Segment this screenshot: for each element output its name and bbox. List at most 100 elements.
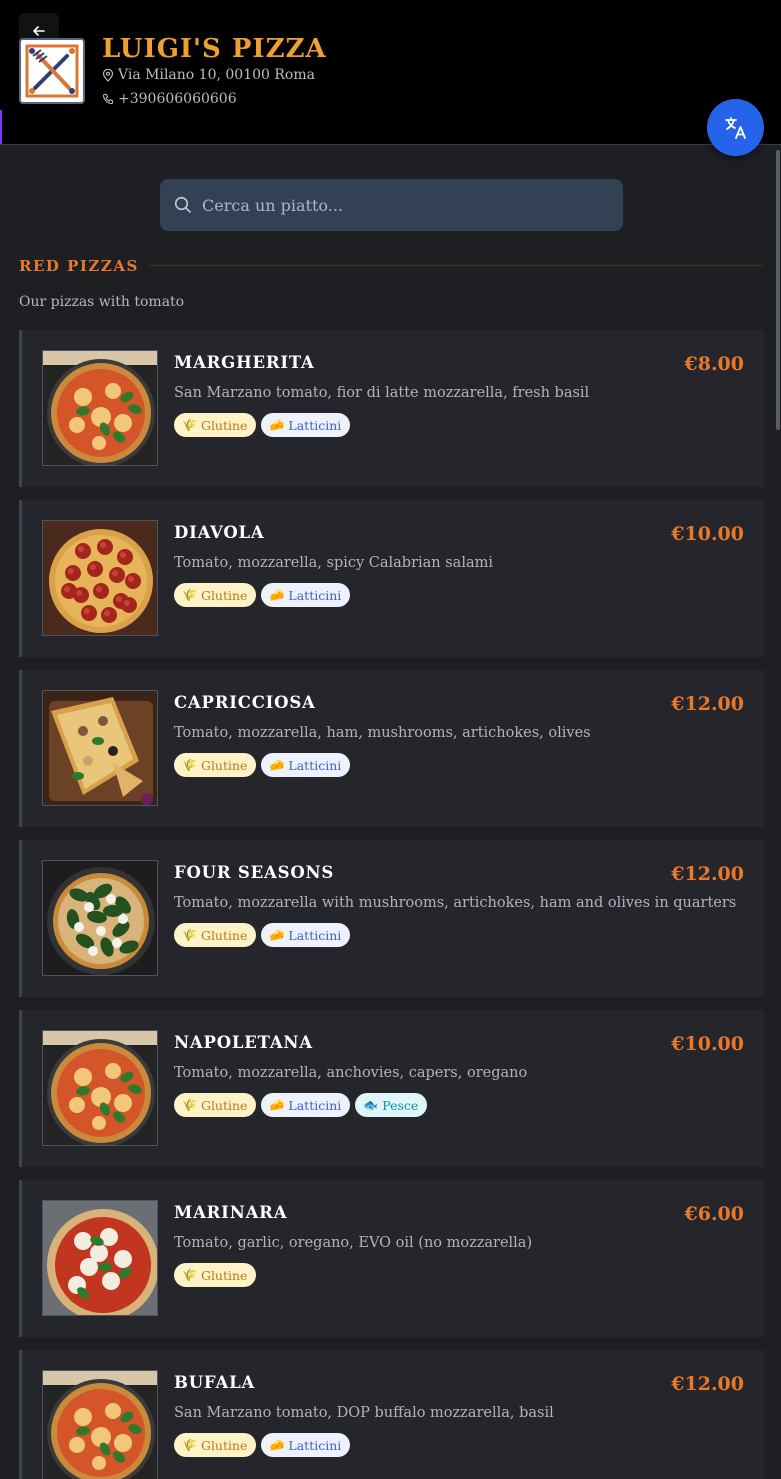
map-pin-icon — [102, 68, 114, 82]
menu-item-card[interactable]: MARGHERITA €8.00 San Marzano tomato, fior … — [19, 330, 764, 487]
menu-item-image[interactable] — [42, 1030, 158, 1146]
header-accent-bar — [0, 110, 2, 144]
menu-item-list: MARGHERITA €8.00 San Marzano tomato, fior … — [19, 330, 764, 1479]
cheese-icon: 🧀 — [269, 1098, 285, 1112]
allergen-badges: 🌾 Glutine 🧀 Latticini — [174, 753, 351, 777]
pizza-photo — [43, 1371, 157, 1479]
app-header: LUIGI'S PIZZA Via Milano 10, 00100 Roma … — [0, 0, 781, 145]
allergen-badge-dairy: 🧀 Latticini — [261, 1433, 351, 1457]
menu-item-description: Tomato, mozzarella, anchovies, capers, o… — [174, 1065, 528, 1081]
cheese-icon: 🧀 — [269, 588, 285, 602]
allergen-label: Latticini — [288, 757, 342, 773]
allergen-badge-dairy: 🧀 Latticini — [261, 583, 351, 607]
pizza-photo — [43, 691, 157, 805]
cheese-icon: 🧀 — [269, 418, 285, 432]
arrow-left-icon — [33, 26, 45, 36]
restaurant-phone[interactable]: +390606060606 — [102, 91, 237, 107]
cheese-icon: 🧀 — [269, 758, 285, 772]
address-text: Via Milano 10, 00100 Roma — [118, 67, 315, 83]
menu-item-price: €12.00 — [671, 863, 744, 885]
allergen-label: Latticini — [288, 927, 342, 943]
menu-item-description: Tomato, mozzarella, ham, mushrooms, arti… — [174, 725, 591, 741]
menu-item-price: €12.00 — [671, 1373, 744, 1395]
allergen-badges: 🌾 Glutine 🧀 Latticini 🐟 Pesce — [174, 1093, 428, 1117]
menu-item-description: Tomato, mozzarella with mushrooms, artic… — [174, 895, 737, 911]
fork-knife-icon — [25, 44, 79, 98]
menu-item-price: €10.00 — [671, 523, 744, 545]
menu-item-image[interactable] — [42, 1200, 158, 1316]
menu-item-image[interactable] — [42, 520, 158, 636]
cheese-icon: 🧀 — [269, 1438, 285, 1452]
menu-item-image[interactable] — [42, 350, 158, 466]
allergen-label: Glutine — [200, 1267, 248, 1283]
search-bar[interactable] — [160, 179, 623, 231]
section-subtitle: Our pizzas with tomato — [19, 294, 185, 310]
menu-item-name: DIAVOLA — [174, 523, 265, 542]
allergen-badges: 🌾 Glutine 🧀 Latticini — [174, 1433, 351, 1457]
pizza-photo — [43, 351, 157, 465]
allergen-label: Glutine — [200, 1437, 248, 1453]
menu-item-name: MARINARA — [174, 1203, 288, 1222]
allergen-badge-fish: 🐟 Pesce — [355, 1093, 428, 1117]
menu-item-card[interactable]: BUFALA €12.00 San Marzano tomato, DOP buff… — [19, 1350, 764, 1479]
allergen-badge-gluten: 🌾 Glutine — [174, 753, 257, 777]
menu-item-description: Tomato, garlic, oregano, EVO oil (no moz… — [174, 1235, 533, 1251]
menu-item-name: CAPRICCIOSA — [174, 693, 316, 712]
allergen-label: Latticini — [288, 417, 342, 433]
menu-item-description: San Marzano tomato, DOP buffalo mozzarel… — [174, 1405, 554, 1421]
allergen-badge-gluten: 🌾 Glutine — [174, 923, 257, 947]
scrollbar[interactable] — [776, 150, 780, 430]
allergen-badge-dairy: 🧀 Latticini — [261, 923, 351, 947]
pizza-photo — [43, 1031, 157, 1145]
menu-item-price: €12.00 — [671, 693, 744, 715]
translate-button[interactable] — [707, 99, 764, 156]
fish-icon: 🐟 — [363, 1098, 379, 1112]
pizza-photo — [43, 861, 157, 975]
allergen-label: Glutine — [200, 757, 248, 773]
restaurant-address: Via Milano 10, 00100 Roma — [102, 67, 315, 83]
allergen-badges: 🌾 Glutine 🧀 Latticini — [174, 413, 351, 437]
menu-item-card[interactable]: MARINARA €6.00 Tomato, garlic, oregano, EV… — [19, 1180, 764, 1337]
menu-item-card[interactable]: CAPRICCIOSA €12.00 Tomato, mozzarella, ham… — [19, 670, 764, 827]
menu-item-card[interactable]: FOUR SEASONS €12.00 Tomato, mozzarella wit… — [19, 840, 764, 997]
allergen-badge-gluten: 🌾 Glutine — [174, 413, 257, 437]
wheat-icon: 🌾 — [182, 928, 197, 942]
wheat-icon: 🌾 — [182, 1098, 197, 1112]
wheat-icon: 🌾 — [182, 1268, 197, 1282]
menu-item-name: BUFALA — [174, 1373, 256, 1392]
menu-item-image[interactable] — [42, 1370, 158, 1479]
phone-text: +390606060606 — [118, 91, 237, 107]
phone-icon — [102, 93, 114, 105]
menu-item-price: €6.00 — [684, 1203, 745, 1225]
search-icon — [174, 196, 191, 213]
cheese-icon: 🧀 — [269, 928, 285, 942]
wheat-icon: 🌾 — [182, 588, 197, 602]
allergen-badges: 🌾 Glutine — [174, 1263, 257, 1287]
menu-item-name: FOUR SEASONS — [174, 863, 335, 882]
menu-item-description: Tomato, mozzarella, spicy Calabrian sala… — [174, 555, 493, 571]
allergen-badges: 🌾 Glutine 🧀 Latticini — [174, 583, 351, 607]
menu-item-card[interactable]: DIAVOLA €10.00 Tomato, mozzarella, spicy C… — [19, 500, 764, 657]
allergen-badge-gluten: 🌾 Glutine — [174, 1093, 257, 1117]
restaurant-logo — [19, 38, 85, 104]
menu-item-card[interactable]: NAPOLETANA €10.00 Tomato, mozzarella, anch… — [19, 1010, 764, 1167]
allergen-label: Latticini — [288, 1097, 342, 1113]
allergen-label: Glutine — [200, 1097, 248, 1113]
menu-item-image[interactable] — [42, 690, 158, 806]
section-title: RED PIZZAS — [19, 257, 139, 275]
allergen-badge-gluten: 🌾 Glutine — [174, 1263, 257, 1287]
menu-item-image[interactable] — [42, 860, 158, 976]
allergen-label: Pesce — [382, 1097, 419, 1113]
allergen-label: Glutine — [200, 587, 248, 603]
section-divider — [149, 265, 763, 266]
menu-item-description: San Marzano tomato, fior di latte mozzar… — [174, 385, 590, 401]
translate-icon — [724, 116, 746, 139]
allergen-label: Latticini — [288, 587, 342, 603]
pizza-photo — [43, 521, 157, 635]
allergen-badge-dairy: 🧀 Latticini — [261, 413, 351, 437]
pizza-photo — [43, 1201, 157, 1315]
allergen-badge-dairy: 🧀 Latticini — [261, 753, 351, 777]
search-input[interactable] — [202, 195, 602, 215]
menu-item-name: NAPOLETANA — [174, 1033, 313, 1052]
allergen-label: Latticini — [288, 1437, 342, 1453]
